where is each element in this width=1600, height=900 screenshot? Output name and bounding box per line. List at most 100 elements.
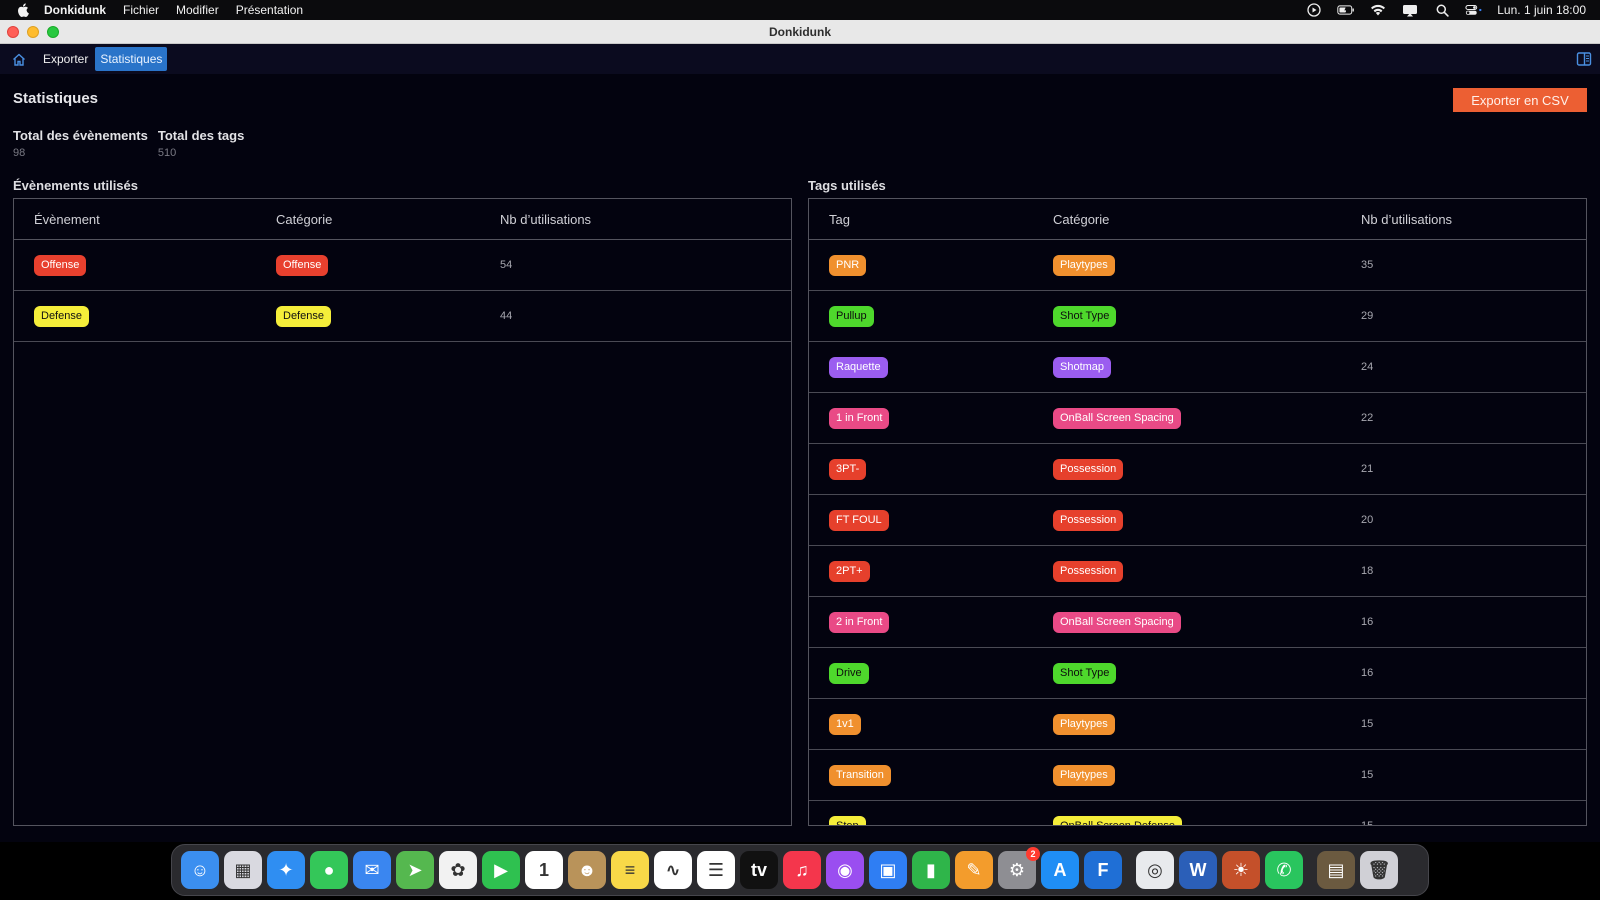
- system-settings-icon[interactable]: ⚙ 2: [998, 847, 1040, 889]
- window-title: Donkidunk: [769, 24, 831, 39]
- apple-menu-icon[interactable]: [0, 3, 44, 17]
- keynote-icon[interactable]: ▣: [869, 851, 907, 889]
- tag-cell: 1 in Front: [809, 407, 1033, 429]
- apple-tv-icon[interactable]: tv: [740, 851, 778, 889]
- table-row[interactable]: 2 in Front OnBall Screen Spacing 16: [809, 597, 1586, 648]
- tag-badge: Raquette: [829, 356, 888, 378]
- total-events-value: 98: [13, 147, 26, 159]
- chrome-icon[interactable]: ◎: [1136, 851, 1174, 889]
- statistics-page: Statistiques Exporter en CSV Total des é…: [0, 74, 1600, 842]
- downloads-stack-icon[interactable]: ▤: [1317, 851, 1355, 889]
- menu-fichier[interactable]: Fichier: [123, 3, 159, 17]
- trash-icon[interactable]: 🗑: [1360, 851, 1398, 889]
- page-title: Statistiques: [13, 90, 99, 107]
- events-col-count[interactable]: Nb d’utilisations: [480, 212, 591, 227]
- tag-cell: FT FOUL: [809, 509, 1033, 531]
- tag-category-cell: Possession: [1033, 458, 1341, 480]
- table-row[interactable]: 1v1 Playtypes 15: [809, 699, 1586, 750]
- table-row[interactable]: Defense Defense 44: [14, 291, 791, 342]
- pages-icon[interactable]: ✎: [955, 851, 993, 889]
- menu-app-name[interactable]: Donkidunk: [44, 3, 106, 17]
- tag-badge: PNR: [829, 254, 867, 276]
- app-store-icon[interactable]: A: [1041, 851, 1079, 889]
- font-file-icon[interactable]: F: [1084, 851, 1122, 889]
- messages-icon[interactable]: ●: [310, 851, 348, 889]
- window-titlebar[interactable]: Donkidunk: [0, 20, 1600, 44]
- tag-category-cell: Possession: [1033, 509, 1341, 531]
- table-row[interactable]: Drive Shot Type 16: [809, 648, 1586, 699]
- spotlight-search-icon[interactable]: [1433, 3, 1451, 17]
- podcasts-icon[interactable]: ◉: [826, 851, 864, 889]
- facetime-icon[interactable]: ▶: [482, 851, 520, 889]
- table-row[interactable]: Raquette Shotmap 24: [809, 342, 1586, 393]
- window-close-button[interactable]: [7, 25, 19, 38]
- now-playing-icon[interactable]: [1305, 3, 1323, 17]
- category-badge: Possession: [1053, 458, 1124, 480]
- table-row[interactable]: Step OnBall Screen Defense 15: [809, 801, 1586, 825]
- finder-icon[interactable]: ☺: [181, 851, 219, 889]
- category-badge: Shot Type: [1053, 662, 1117, 684]
- category-badge: Playtypes: [1053, 764, 1115, 786]
- sidebar-toggle-icon[interactable]: [1576, 51, 1592, 67]
- table-row[interactable]: FT FOUL Possession 20: [809, 495, 1586, 546]
- usage-count: 18: [1361, 565, 1374, 577]
- event-category-cell: Defense: [256, 305, 480, 327]
- events-table: Évènement Catégorie Nb d’utilisations Of…: [13, 198, 792, 826]
- notification-badge: 2: [1026, 847, 1040, 861]
- tag-badge: 2PT+: [829, 560, 870, 582]
- table-row[interactable]: Pullup Shot Type 29: [809, 291, 1586, 342]
- tag-badge: FT FOUL: [829, 509, 889, 531]
- music-icon[interactable]: ♫: [783, 851, 821, 889]
- word-icon[interactable]: W: [1179, 851, 1217, 889]
- table-row[interactable]: PNR Playtypes 35: [809, 240, 1586, 291]
- launchpad-icon[interactable]: ▦: [224, 851, 262, 889]
- calendar-icon[interactable]: 1: [525, 851, 563, 889]
- safari-icon[interactable]: ✦: [267, 851, 305, 889]
- category-badge: Shotmap: [1053, 356, 1112, 378]
- tags-col-category[interactable]: Catégorie: [1033, 212, 1341, 227]
- tag-category-cell: Playtypes: [1033, 254, 1341, 276]
- table-row[interactable]: Transition Playtypes 15: [809, 750, 1586, 801]
- export-csv-button[interactable]: Exporter en CSV: [1453, 88, 1587, 112]
- tags-col-tag[interactable]: Tag: [809, 212, 1033, 227]
- freeform-icon[interactable]: ∿: [654, 851, 692, 889]
- mail-icon[interactable]: ✉: [353, 851, 391, 889]
- usage-count: 35: [1361, 259, 1374, 271]
- dock-apps: ☺ ▦ ✦ ● ✉ ➤ ✿ ▶ 1 ☻ ≡ ∿ ☰ tv ♫ ◉ ▣ ▮ ✎ ⚙ 2 A F ◎ W ☀ ✆ ▤ 🗑: [181, 847, 1398, 889]
- screen-mirroring-icon[interactable]: [1401, 3, 1419, 17]
- home-icon[interactable]: [12, 51, 28, 67]
- menu-presentation[interactable]: Présentation: [236, 3, 303, 17]
- photos-icon[interactable]: ✿: [439, 851, 477, 889]
- battery-icon[interactable]: [1337, 3, 1355, 17]
- total-tags-value: 510: [157, 147, 177, 159]
- nav-statistics-button[interactable]: Statistiques: [95, 47, 168, 71]
- table-row[interactable]: 1 in Front OnBall Screen Spacing 22: [809, 393, 1586, 444]
- usage-count: 20: [1361, 514, 1374, 526]
- maps-icon[interactable]: ➤: [396, 851, 434, 889]
- notes-icon[interactable]: ≡: [611, 851, 649, 889]
- menubar-clock[interactable]: Lun. 1 juin 18:00: [1497, 3, 1586, 17]
- tag-category-cell: OnBall Screen Spacing: [1033, 407, 1341, 429]
- events-col-event[interactable]: Évènement: [14, 212, 256, 227]
- wifi-icon[interactable]: [1369, 3, 1387, 17]
- reminders-icon[interactable]: ☰: [697, 851, 735, 889]
- numbers-icon[interactable]: ▮: [912, 851, 950, 889]
- table-row[interactable]: 3PT- Possession 21: [809, 444, 1586, 495]
- tag-cell: Raquette: [809, 356, 1033, 378]
- contacts-icon[interactable]: ☻: [568, 851, 606, 889]
- window-zoom-button[interactable]: [47, 25, 59, 38]
- table-row[interactable]: 2PT+ Possession 18: [809, 546, 1586, 597]
- whatsapp-icon[interactable]: ✆: [1265, 851, 1303, 889]
- tag-badge: 1 in Front: [829, 407, 890, 429]
- table-row[interactable]: Offense Offense 54: [14, 240, 791, 291]
- control-center-icon[interactable]: [1465, 3, 1483, 17]
- tags-col-count[interactable]: Nb d’utilisations: [1341, 212, 1452, 227]
- events-col-category[interactable]: Catégorie: [256, 212, 480, 227]
- tag-cell: 2 in Front: [809, 611, 1033, 633]
- donkidunk-app-icon[interactable]: ☀: [1222, 851, 1260, 889]
- window-minimize-button[interactable]: [27, 25, 39, 38]
- menu-modifier[interactable]: Modifier: [176, 3, 219, 17]
- nav-export-button[interactable]: Exporter: [38, 47, 93, 71]
- tag-cell: Transition: [809, 764, 1033, 786]
- usage-count: 15: [1361, 718, 1374, 730]
